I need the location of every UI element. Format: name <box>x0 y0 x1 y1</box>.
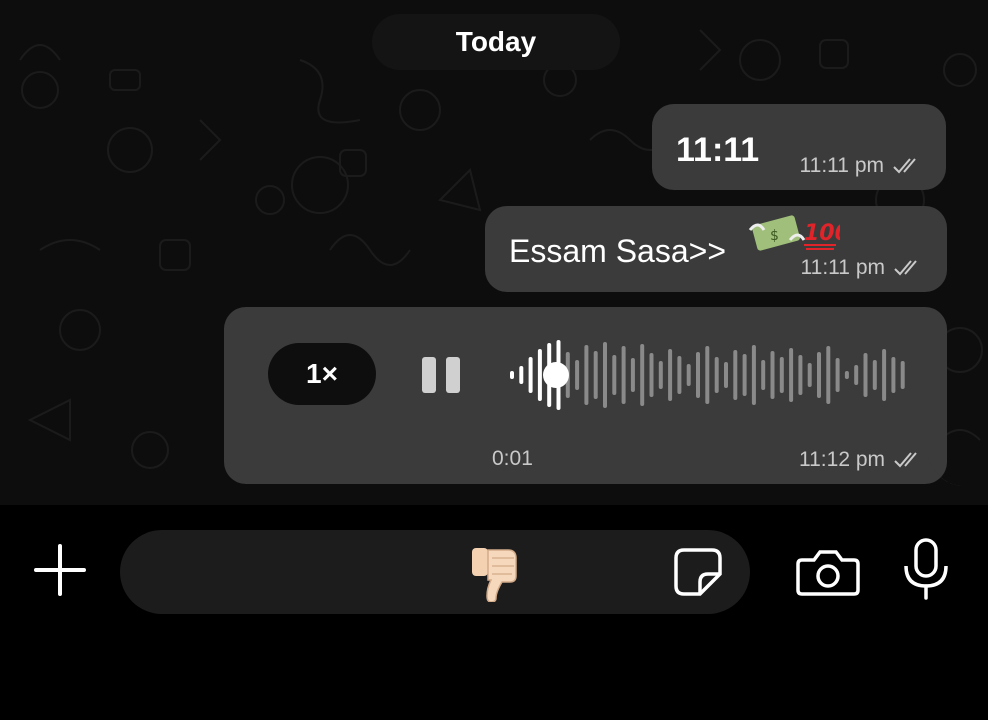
chat-area[interactable]: Today 11:11 11:11 pm Essam Sasa>> $ 100 … <box>0 0 988 505</box>
message-time: 11:12 pm <box>799 448 885 471</box>
waveform-bar <box>658 361 663 389</box>
thumbs-down-emoji-icon <box>472 548 517 602</box>
waveform-bar <box>686 364 691 386</box>
message-input[interactable] <box>120 530 750 614</box>
waveform-bar <box>724 362 728 388</box>
waveform-bar <box>510 371 514 379</box>
message-meta: 11:12 pm <box>799 448 923 472</box>
waveform-bar <box>696 352 700 398</box>
waveform-bar <box>630 358 635 392</box>
waveform-bar <box>603 342 607 408</box>
waveform-bar <box>807 363 812 387</box>
waveform-bar <box>584 345 589 405</box>
waveform-bar <box>742 354 747 396</box>
message-time: 11:11 pm <box>799 154 884 177</box>
waveform-bar <box>835 358 840 392</box>
waveform-bar <box>900 361 905 389</box>
waveform-bar <box>891 357 896 393</box>
waveform-bar <box>863 353 868 397</box>
waveform-bar <box>817 352 821 398</box>
waveform-bar <box>593 351 598 399</box>
message-bubble[interactable]: 11:11 11:11 pm <box>652 104 946 190</box>
waveform-bar <box>798 355 803 395</box>
waveform-bar <box>882 349 887 401</box>
svg-text:100: 100 <box>804 221 840 246</box>
waveform-bar <box>677 356 682 394</box>
microphone-icon[interactable] <box>900 538 952 602</box>
date-divider: Today <box>372 14 620 70</box>
waveform-bar <box>854 365 859 385</box>
waveform-bar <box>621 346 626 404</box>
voice-message-bubble[interactable]: 1× 0:01 11:12 pm <box>224 307 947 484</box>
waveform-bar <box>668 349 673 401</box>
audio-waveform[interactable] <box>508 337 908 413</box>
waveform-bar <box>528 357 533 393</box>
waveform-bar <box>705 346 710 404</box>
playback-scrubber-handle[interactable] <box>543 362 569 388</box>
waveform-bar <box>779 357 784 393</box>
message-bubble[interactable]: Essam Sasa>> $ 100 11:11 pm <box>485 206 947 292</box>
bubble-tail <box>928 458 962 486</box>
waveform-bar <box>844 371 849 379</box>
read-receipt-icon <box>893 158 916 174</box>
message-text: 11:11 <box>676 131 760 169</box>
plus-icon[interactable] <box>30 540 90 600</box>
waveform-bar <box>612 355 617 395</box>
read-receipt-icon <box>894 260 917 276</box>
waveform-bar <box>789 348 794 402</box>
pause-icon[interactable] <box>420 355 462 395</box>
waveform-bar <box>714 357 719 393</box>
waveform-bar <box>751 345 756 405</box>
camera-icon[interactable] <box>796 546 860 598</box>
message-meta: 11:11 pm <box>801 256 923 280</box>
playback-speed-button[interactable]: 1× <box>268 343 376 405</box>
waveform-bar <box>640 344 645 406</box>
message-meta: 11:11 pm <box>800 154 922 178</box>
message-text: Essam Sasa>> <box>509 233 726 269</box>
message-time: 11:11 pm <box>800 256 885 279</box>
waveform-bar <box>537 349 542 401</box>
waveform-bar <box>733 350 738 400</box>
waveform-bar <box>770 351 775 399</box>
money-with-wings-emoji-icon: $ 100 <box>748 215 840 251</box>
sticker-icon[interactable] <box>672 546 724 598</box>
read-receipt-icon <box>894 452 917 468</box>
waveform-bar <box>872 360 877 390</box>
waveform-bar <box>649 353 654 397</box>
waveform-bar <box>519 366 524 384</box>
waveform-bar <box>761 360 766 390</box>
waveform-bar <box>826 346 831 404</box>
voice-duration: 0:01 <box>492 447 533 470</box>
svg-text:$: $ <box>770 228 779 244</box>
waveform-bar <box>575 360 580 390</box>
